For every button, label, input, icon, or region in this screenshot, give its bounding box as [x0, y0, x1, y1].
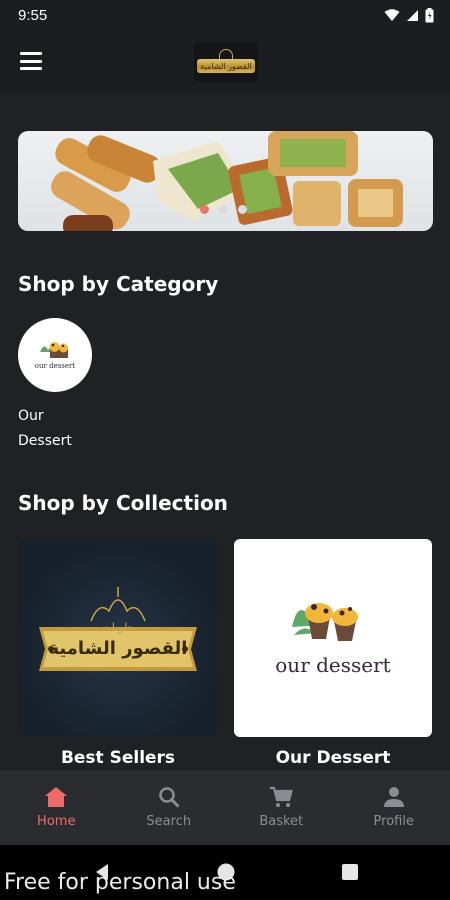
status-bar: 9:55: [0, 0, 450, 30]
status-icons: [384, 7, 434, 23]
nav-basket[interactable]: Basket: [225, 770, 338, 845]
logo-dome: [219, 49, 233, 59]
carousel-dot[interactable]: [238, 205, 247, 214]
collection-card-our-dessert[interactable]: our dessert: [234, 539, 432, 737]
category-section-title: Shop by Category: [18, 272, 219, 296]
category-item-our-dessert[interactable]: our dessert Our Dessert: [18, 318, 98, 454]
carousel-indicators: [200, 205, 247, 214]
search-icon: [159, 787, 180, 808]
bottom-nav: Home Search Basket Profile: [0, 770, 450, 845]
menu-button[interactable]: [18, 50, 44, 72]
app-bar: القصور الشامية: [0, 30, 450, 92]
carousel-dot[interactable]: [219, 205, 228, 214]
menu-icon-line: [20, 52, 42, 55]
nav-profile[interactable]: Profile: [338, 770, 450, 845]
collection-label-best-sellers: Best Sellers: [60, 748, 176, 768]
category-image-text: our dessert: [34, 362, 76, 370]
cart-icon: [270, 786, 294, 807]
nav-label-basket: Basket: [259, 814, 304, 829]
recents-icon[interactable]: [340, 862, 360, 882]
nav-search[interactable]: Search: [113, 770, 226, 845]
nav-label-profile: Profile: [373, 814, 414, 829]
profile-icon: [383, 787, 404, 807]
our-dessert-logo: [292, 603, 358, 641]
logo-text: القصور الشامية: [200, 61, 252, 71]
battery-icon: [425, 7, 434, 22]
dessert-logo-icon: [40, 342, 68, 358]
nav-label-search: Search: [146, 814, 192, 829]
carousel-dot-active[interactable]: [200, 205, 209, 214]
nav-home[interactable]: Home: [0, 770, 113, 845]
menu-icon-line: [20, 67, 42, 70]
collection-label-our-dessert: Our Dessert: [275, 748, 391, 768]
best-sellers-logo-text: القصور الشامية: [48, 638, 188, 659]
watermark: Free for personal use: [4, 870, 236, 895]
status-time: 9:55: [18, 6, 48, 24]
best-sellers-logo-subtext: حلويات: [101, 621, 135, 634]
brand-logo[interactable]: القصور الشامية: [194, 42, 258, 82]
promo-banner[interactable]: [18, 131, 433, 231]
cellular-icon: [407, 9, 418, 21]
our-dessert-logo-text: our dessert: [275, 653, 391, 677]
collection-section-title: Shop by Collection: [18, 491, 228, 515]
logo-bar: القصور الشامية: [197, 49, 255, 73]
menu-icon-line: [20, 59, 42, 63]
banner-image: [51, 131, 403, 231]
nav-label-home: Home: [37, 814, 76, 829]
category-label: Our Dessert: [18, 408, 72, 449]
collection-card-best-sellers[interactable]: حلويات القصور الشامية: [19, 539, 217, 737]
category-image: our dessert: [18, 318, 92, 392]
home-icon: [45, 787, 68, 807]
wifi-icon: [384, 8, 400, 21]
